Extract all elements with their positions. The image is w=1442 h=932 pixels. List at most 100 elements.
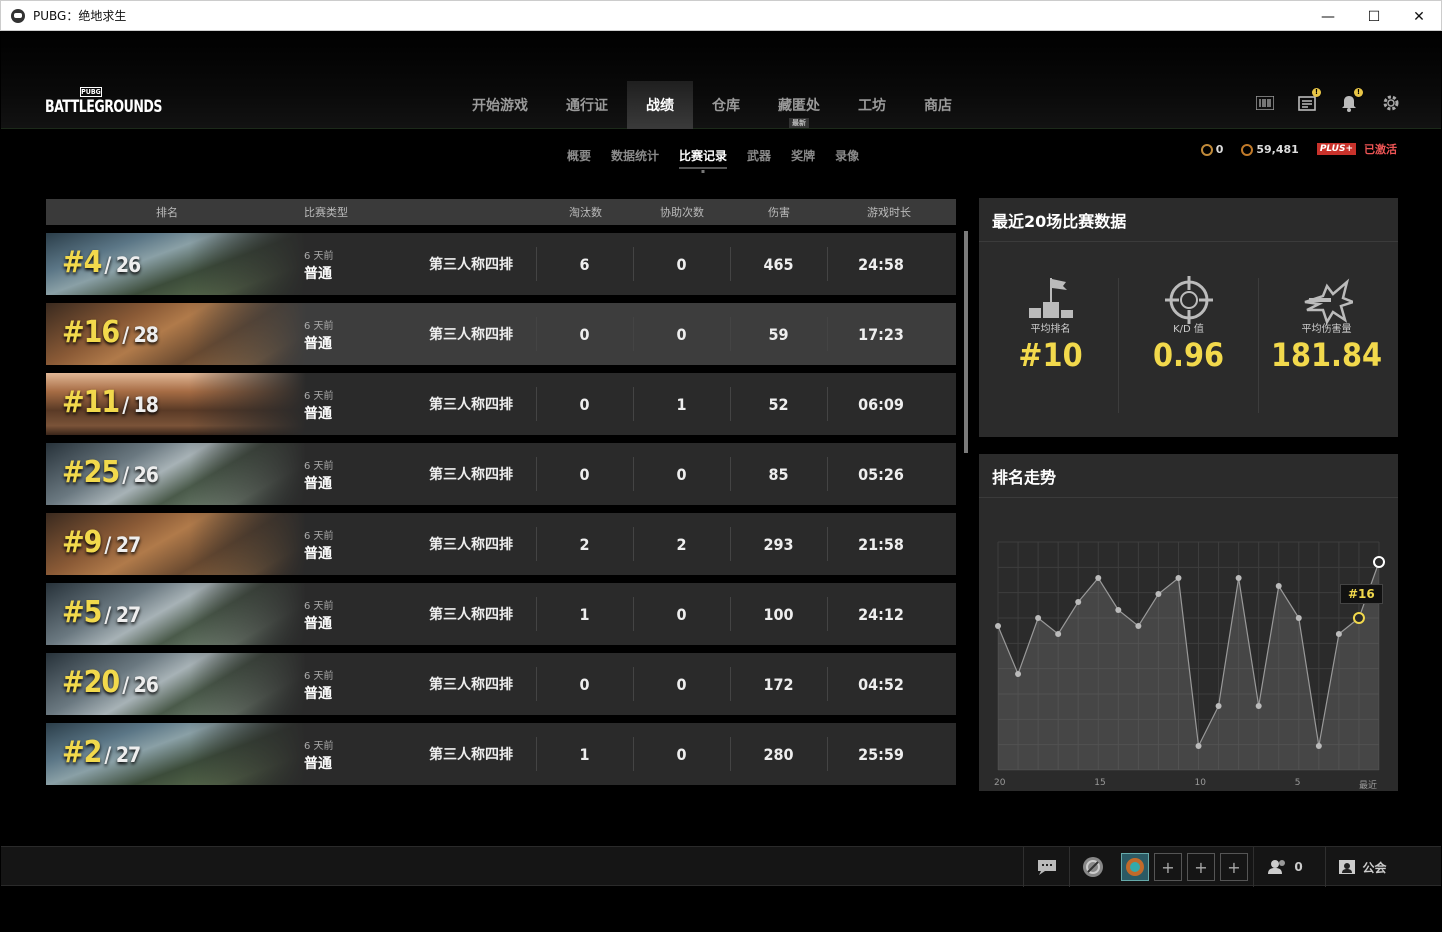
stat-label: 平均排名: [1030, 324, 1071, 335]
battlegrounds-logo[interactable]: PUBG BATTLEGROUNDS: [45, 87, 162, 121]
party-slot-self[interactable]: [1121, 853, 1149, 881]
cell-mode: 第三人称四排: [429, 537, 513, 553]
match-history-table: 排名 比赛类型 淘汰数 协助次数 伤害 游戏时长 #4/ 26 6 天前 普通 第三人…: [46, 199, 956, 785]
table-row[interactable]: #16/ 28 6 天前 普通 第三人称四排 0 0 59 17:23: [46, 303, 956, 365]
table-row[interactable]: #5/ 27 6 天前 普通 第三人称四排 1 0 100 24:12: [46, 583, 956, 645]
match-time: 6 天前: [304, 321, 334, 332]
header-type[interactable]: 比赛类型: [304, 204, 348, 220]
match-kind: 普通: [304, 756, 332, 772]
table-scrollbar[interactable]: [964, 231, 968, 453]
cell-mode: 第三人称四排: [429, 607, 513, 623]
lower-empty-area: [1, 888, 1441, 931]
trend-point: [1335, 631, 1342, 637]
currency-bar: 0 59,481 PLUS+ 已激活: [1200, 141, 1397, 157]
plus-badge[interactable]: PLUS+: [1316, 143, 1356, 155]
bp-balance[interactable]: 59,481: [1241, 143, 1299, 156]
header-duration[interactable]: 游戏时长: [867, 204, 911, 220]
x-tick-label: 最近: [1359, 781, 1378, 791]
header-damage[interactable]: 伤害: [768, 204, 790, 220]
top-icons: ! !: [1255, 88, 1401, 113]
trend-point: [1215, 703, 1222, 709]
chart-tooltip: #16: [1339, 584, 1383, 604]
match-time: 6 天前: [304, 391, 334, 402]
cell-kills: 2: [579, 534, 590, 554]
pubg-app-icon: [11, 8, 25, 23]
subtab-4[interactable]: 奖牌: [781, 143, 825, 169]
header-assists[interactable]: 协助次数: [660, 204, 704, 220]
tab-3[interactable]: 仓库: [693, 81, 759, 129]
map-thumbnail: #16/ 28: [46, 303, 306, 365]
bell-icon[interactable]: !: [1339, 88, 1363, 113]
match-time: 6 天前: [304, 251, 334, 262]
trend-point: [1015, 671, 1022, 677]
tab-5[interactable]: 工坊: [839, 81, 905, 129]
match-kind: 普通: [304, 546, 332, 562]
close-button[interactable]: ✕: [1396, 1, 1442, 32]
cell-duration: 17:23: [858, 324, 904, 344]
tab-0[interactable]: 开始游戏: [453, 81, 547, 129]
match-kind: 普通: [304, 476, 332, 492]
sub-tabs: 概要 数据统计 比赛记录 武器 奖牌 录像: [557, 143, 869, 169]
gear-icon[interactable]: [1381, 93, 1401, 113]
minimize-button[interactable]: —: [1305, 1, 1351, 32]
cell-mode: 第三人称四排: [429, 677, 513, 693]
trend-point: [1135, 623, 1142, 629]
tab-2[interactable]: 战绩: [627, 81, 693, 129]
cell-kills: 6: [579, 254, 590, 274]
header-rank[interactable]: 排名: [156, 204, 178, 220]
guild-button[interactable]: 公会: [1325, 847, 1399, 887]
subtab-5[interactable]: 录像: [825, 143, 869, 169]
tab-4[interactable]: 藏匿处 最新: [759, 81, 839, 129]
barcode-icon[interactable]: [1255, 93, 1275, 113]
main-tabs: 开始游戏 通行证 战绩 仓库 藏匿处 最新 工坊 商店: [453, 81, 971, 129]
voice-button[interactable]: [1069, 847, 1115, 887]
trend-point: [1055, 631, 1062, 637]
maximize-button[interactable]: ☐: [1351, 1, 1397, 32]
table-row[interactable]: #9/ 27 6 天前 普通 第三人称四排 2 2 293 21:58: [46, 513, 956, 575]
cell-mode: 第三人称四排: [429, 397, 513, 413]
party-slot-add[interactable]: +: [1187, 853, 1215, 881]
subtab-3[interactable]: 武器: [737, 143, 781, 169]
stat-value: 181.84: [1270, 336, 1383, 374]
match-time: 6 天前: [304, 601, 334, 612]
friends-button[interactable]: 0: [1253, 847, 1317, 887]
party-slot-add[interactable]: +: [1154, 853, 1182, 881]
trend-point: [1255, 703, 1262, 709]
friends-icon: [1268, 860, 1286, 874]
header-kills[interactable]: 淘汰数: [569, 204, 602, 220]
tab-label: 仓库: [712, 98, 740, 114]
x-tick-label: 15: [1094, 778, 1106, 788]
cell-duration: 04:52: [858, 674, 904, 694]
tab-6[interactable]: 商店: [905, 81, 971, 129]
table-header: 排名 比赛类型 淘汰数 协助次数 伤害 游戏时长: [46, 199, 956, 225]
subtab-0[interactable]: 概要: [557, 143, 601, 169]
table-row[interactable]: #20/ 26 6 天前 普通 第三人称四排 0 0 172 04:52: [46, 653, 956, 715]
subtab-1[interactable]: 数据统计: [601, 143, 669, 169]
table-row[interactable]: #25/ 26 6 天前 普通 第三人称四排 0 0 85 05:26: [46, 443, 956, 505]
cell-duration: 21:58: [858, 534, 904, 554]
podium-flag-icon: [1029, 278, 1073, 318]
stat-value: 0.96: [1152, 336, 1225, 374]
cell-damage: 52: [768, 394, 789, 414]
table-row[interactable]: #2/ 27 6 天前 普通 第三人称四排 1 0 280 25:59: [46, 723, 956, 785]
trend-point: [1352, 612, 1365, 624]
table-row[interactable]: #4/ 26 6 天前 普通 第三人称四排 6 0 465 24:58: [46, 233, 956, 295]
chat-button[interactable]: [1023, 847, 1069, 887]
map-thumbnail: #20/ 26: [46, 653, 306, 715]
tab-1[interactable]: 通行证: [547, 81, 627, 129]
cell-assists: 0: [676, 324, 687, 344]
map-thumbnail: #4/ 26: [46, 233, 306, 295]
table-row[interactable]: #11/ 18 6 天前 普通 第三人称四排 0 1 52 06:09: [46, 373, 956, 435]
cell-assists: 0: [676, 254, 687, 274]
coin-balance[interactable]: 0: [1200, 143, 1223, 156]
subtab-2[interactable]: 比赛记录: [669, 143, 737, 169]
player-avatar-icon: [1126, 858, 1144, 876]
news-icon[interactable]: !: [1297, 88, 1321, 113]
cell-damage: 280: [763, 744, 794, 764]
cell-duration: 24:58: [858, 254, 904, 274]
cell-assists: 0: [676, 744, 687, 764]
bell-alert-dot: !: [1354, 88, 1363, 97]
cell-mode: 第三人称四排: [429, 467, 513, 483]
trend-point: [1175, 575, 1182, 581]
party-slot-add[interactable]: +: [1220, 853, 1248, 881]
